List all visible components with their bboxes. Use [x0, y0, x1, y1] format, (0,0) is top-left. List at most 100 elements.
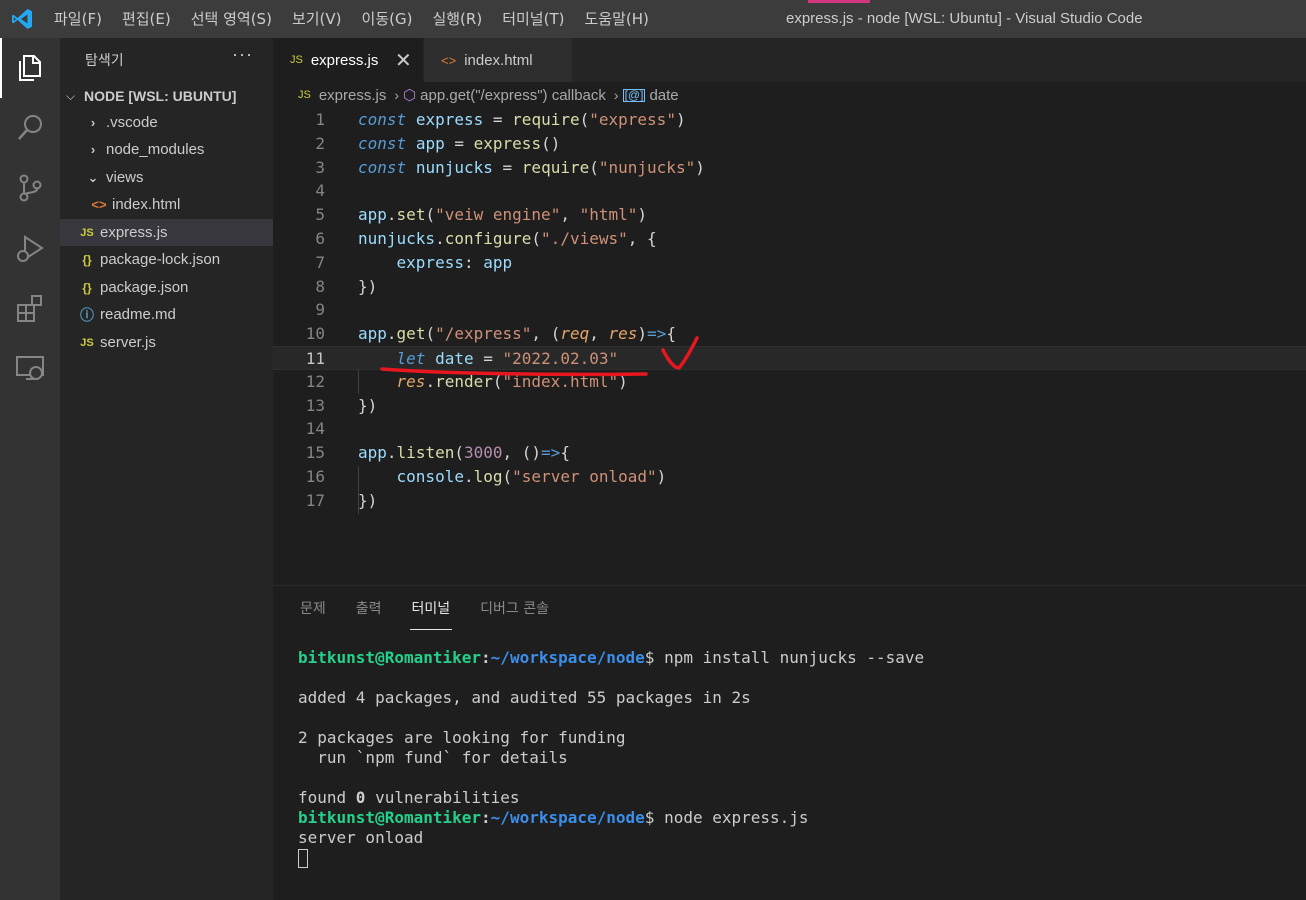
menu-go[interactable]: 이동(G) — [352, 0, 423, 38]
menu-edit[interactable]: 편집(E) — [112, 0, 181, 38]
code-line: 15 app.listen(3000, ()=>{ — [273, 441, 1306, 465]
code-line: 13}) — [273, 394, 1306, 418]
tree-item-express-js[interactable]: JS express.js — [60, 219, 273, 246]
method-cube-icon: ⬡ — [403, 87, 417, 104]
code-line: 9 — [273, 298, 1306, 322]
menu-file[interactable]: 파일(F) — [44, 0, 112, 38]
tab-debug-console[interactable]: 디버그 콘솔 — [480, 598, 549, 618]
remote-explorer-icon[interactable] — [14, 352, 46, 384]
code-text: }) — [358, 490, 378, 510]
more-actions-icon[interactable]: ··· — [232, 44, 253, 65]
tree-item-views[interactable]: ⌄ views — [60, 164, 273, 191]
js-file-icon: JS — [80, 226, 94, 239]
bottom-panel: 문제 출력 터미널 디버그 콘솔 bitkunst@Romantiker:~/w… — [273, 585, 1306, 900]
code-editor[interactable]: 1 const express = require("express") 2 con… — [273, 108, 1306, 585]
js-file-icon: JS — [298, 89, 311, 101]
code-line-current: 11 let date = "2022.02.03" — [273, 346, 1306, 370]
json-file-icon: {} — [82, 252, 92, 267]
code-text: app.get("/express", (req, res)=>{ — [358, 324, 676, 344]
terminal-count: 0 — [355, 788, 366, 807]
vscode-logo-icon[interactable] — [10, 7, 34, 31]
line-number: 14 — [305, 419, 325, 439]
line-number: 17 — [305, 490, 325, 510]
breadcrumb-variable[interactable]: date — [649, 87, 678, 104]
panel-tabs: 문제 출력 터미널 디버그 콘솔 — [273, 586, 579, 630]
line-number: 5 — [315, 205, 325, 225]
menu-bar: 파일(F) 편집(E) 선택 영역(S) 보기(V) 이동(G) 실행(R) 터… — [44, 0, 659, 38]
code-line: 3 const nunjucks = require("nunjucks") — [273, 156, 1306, 180]
code-text: let date = "2022.02.03" — [396, 349, 619, 368]
menu-view[interactable]: 보기(V) — [282, 0, 352, 38]
terminal-output[interactable]: bitkunst@Romantiker:~/workspace/node$ np… — [298, 648, 924, 868]
menu-terminal[interactable]: 터미널(T) — [492, 0, 574, 38]
search-icon[interactable] — [14, 112, 46, 144]
variable-icon: [@] — [622, 87, 646, 102]
chevron-down-icon: ⌵ — [66, 88, 76, 103]
code-text: const express = require("express") — [358, 110, 686, 129]
menu-selection[interactable]: 선택 영역(S) — [181, 0, 282, 38]
tree-item-node-modules[interactable]: › node_modules — [60, 136, 273, 163]
code-line: 16 console.log("server onload") — [273, 465, 1306, 489]
extensions-icon[interactable] — [14, 292, 46, 324]
tree-item-label: .vscode — [106, 114, 158, 131]
line-number: 9 — [315, 300, 325, 320]
tab-express-js[interactable]: JS express.js ✕ — [273, 38, 423, 82]
terminal-path: ~/workspace/node — [490, 808, 645, 827]
terminal-line: server onload — [298, 828, 424, 847]
tree-item-label: views — [106, 169, 144, 186]
tree-item-package-json[interactable]: {} package.json — [60, 274, 273, 301]
code-text: }) — [358, 276, 378, 296]
close-icon[interactable]: ✕ — [395, 48, 412, 73]
chevron-right-icon: › — [90, 142, 96, 157]
breadcrumb-symbol[interactable]: app.get("/express") callback — [420, 87, 606, 104]
tab-terminal[interactable]: 터미널 — [409, 598, 452, 630]
tree-item-readme-md[interactable]: ⓘ readme.md — [60, 301, 273, 328]
terminal-path: ~/workspace/node — [490, 648, 645, 667]
terminal-line: 2 packages are looking for funding — [298, 728, 626, 747]
chevron-right-icon: › — [394, 87, 400, 103]
line-number: 6 — [315, 229, 325, 248]
tab-problems[interactable]: 문제 — [300, 598, 326, 618]
js-file-icon: JS — [80, 336, 94, 349]
tree-item-server-js[interactable]: JS server.js — [60, 329, 273, 356]
line-number: 1 — [315, 110, 325, 129]
tab-label: index.html — [464, 51, 533, 69]
explorer-icon[interactable] — [14, 52, 46, 84]
tree-item-package-lock-json[interactable]: {} package-lock.json — [60, 246, 273, 273]
tab-output[interactable]: 출력 — [356, 598, 382, 618]
line-number: 16 — [305, 467, 325, 486]
code-text: app.set("veiw engine", "html") — [358, 205, 648, 225]
folder-header[interactable]: ⌵ NODE [WSL: UBUNTU] — [60, 84, 273, 108]
menu-help[interactable]: 도움말(H) — [574, 0, 658, 38]
tree-item-label: index.html — [112, 196, 181, 213]
code-line: 6 nunjucks.configure("./views", { — [273, 227, 1306, 251]
line-number: 3 — [315, 157, 325, 177]
line-number: 2 — [315, 133, 325, 153]
terminal-text: found — [298, 788, 356, 807]
code-text: express: app — [396, 252, 513, 272]
tab-label: express.js — [310, 51, 379, 69]
active-view-marker — [0, 38, 2, 98]
terminal-line — [298, 848, 924, 868]
code-line: 14 — [273, 417, 1306, 441]
js-file-icon: JS — [290, 54, 303, 66]
terminal-line: bitkunst@Romantiker:~/workspace/node$ no… — [298, 808, 809, 827]
code-text: app.listen(3000, ()=>{ — [358, 443, 570, 463]
html-file-icon: <> — [441, 52, 457, 68]
breadcrumb-file[interactable]: express.js — [319, 87, 387, 104]
line-number: 4 — [315, 181, 325, 201]
terminal-user: bitkunst@Romantiker — [298, 648, 482, 667]
code-line: 8}) — [273, 275, 1306, 299]
tree-item-label: package-lock.json — [100, 251, 221, 268]
tab-index-html[interactable]: <> index.html — [424, 38, 572, 82]
run-debug-icon[interactable] — [14, 232, 46, 264]
code-line: 1 const express = require("express") — [273, 108, 1306, 132]
tree-item-label: server.js — [100, 334, 156, 351]
terminal-line: added 4 packages, and audited 55 package… — [298, 688, 751, 707]
code-line: 2 const app = express() — [273, 132, 1306, 156]
menu-run[interactable]: 실행(R) — [422, 0, 492, 38]
tree-item-index-html[interactable]: <> index.html — [60, 191, 273, 218]
source-control-icon[interactable] — [14, 172, 46, 204]
window-title: express.js - node [WSL: Ubuntu] - Visual… — [786, 10, 1143, 27]
tree-item-vscode[interactable]: › .vscode — [60, 109, 273, 136]
